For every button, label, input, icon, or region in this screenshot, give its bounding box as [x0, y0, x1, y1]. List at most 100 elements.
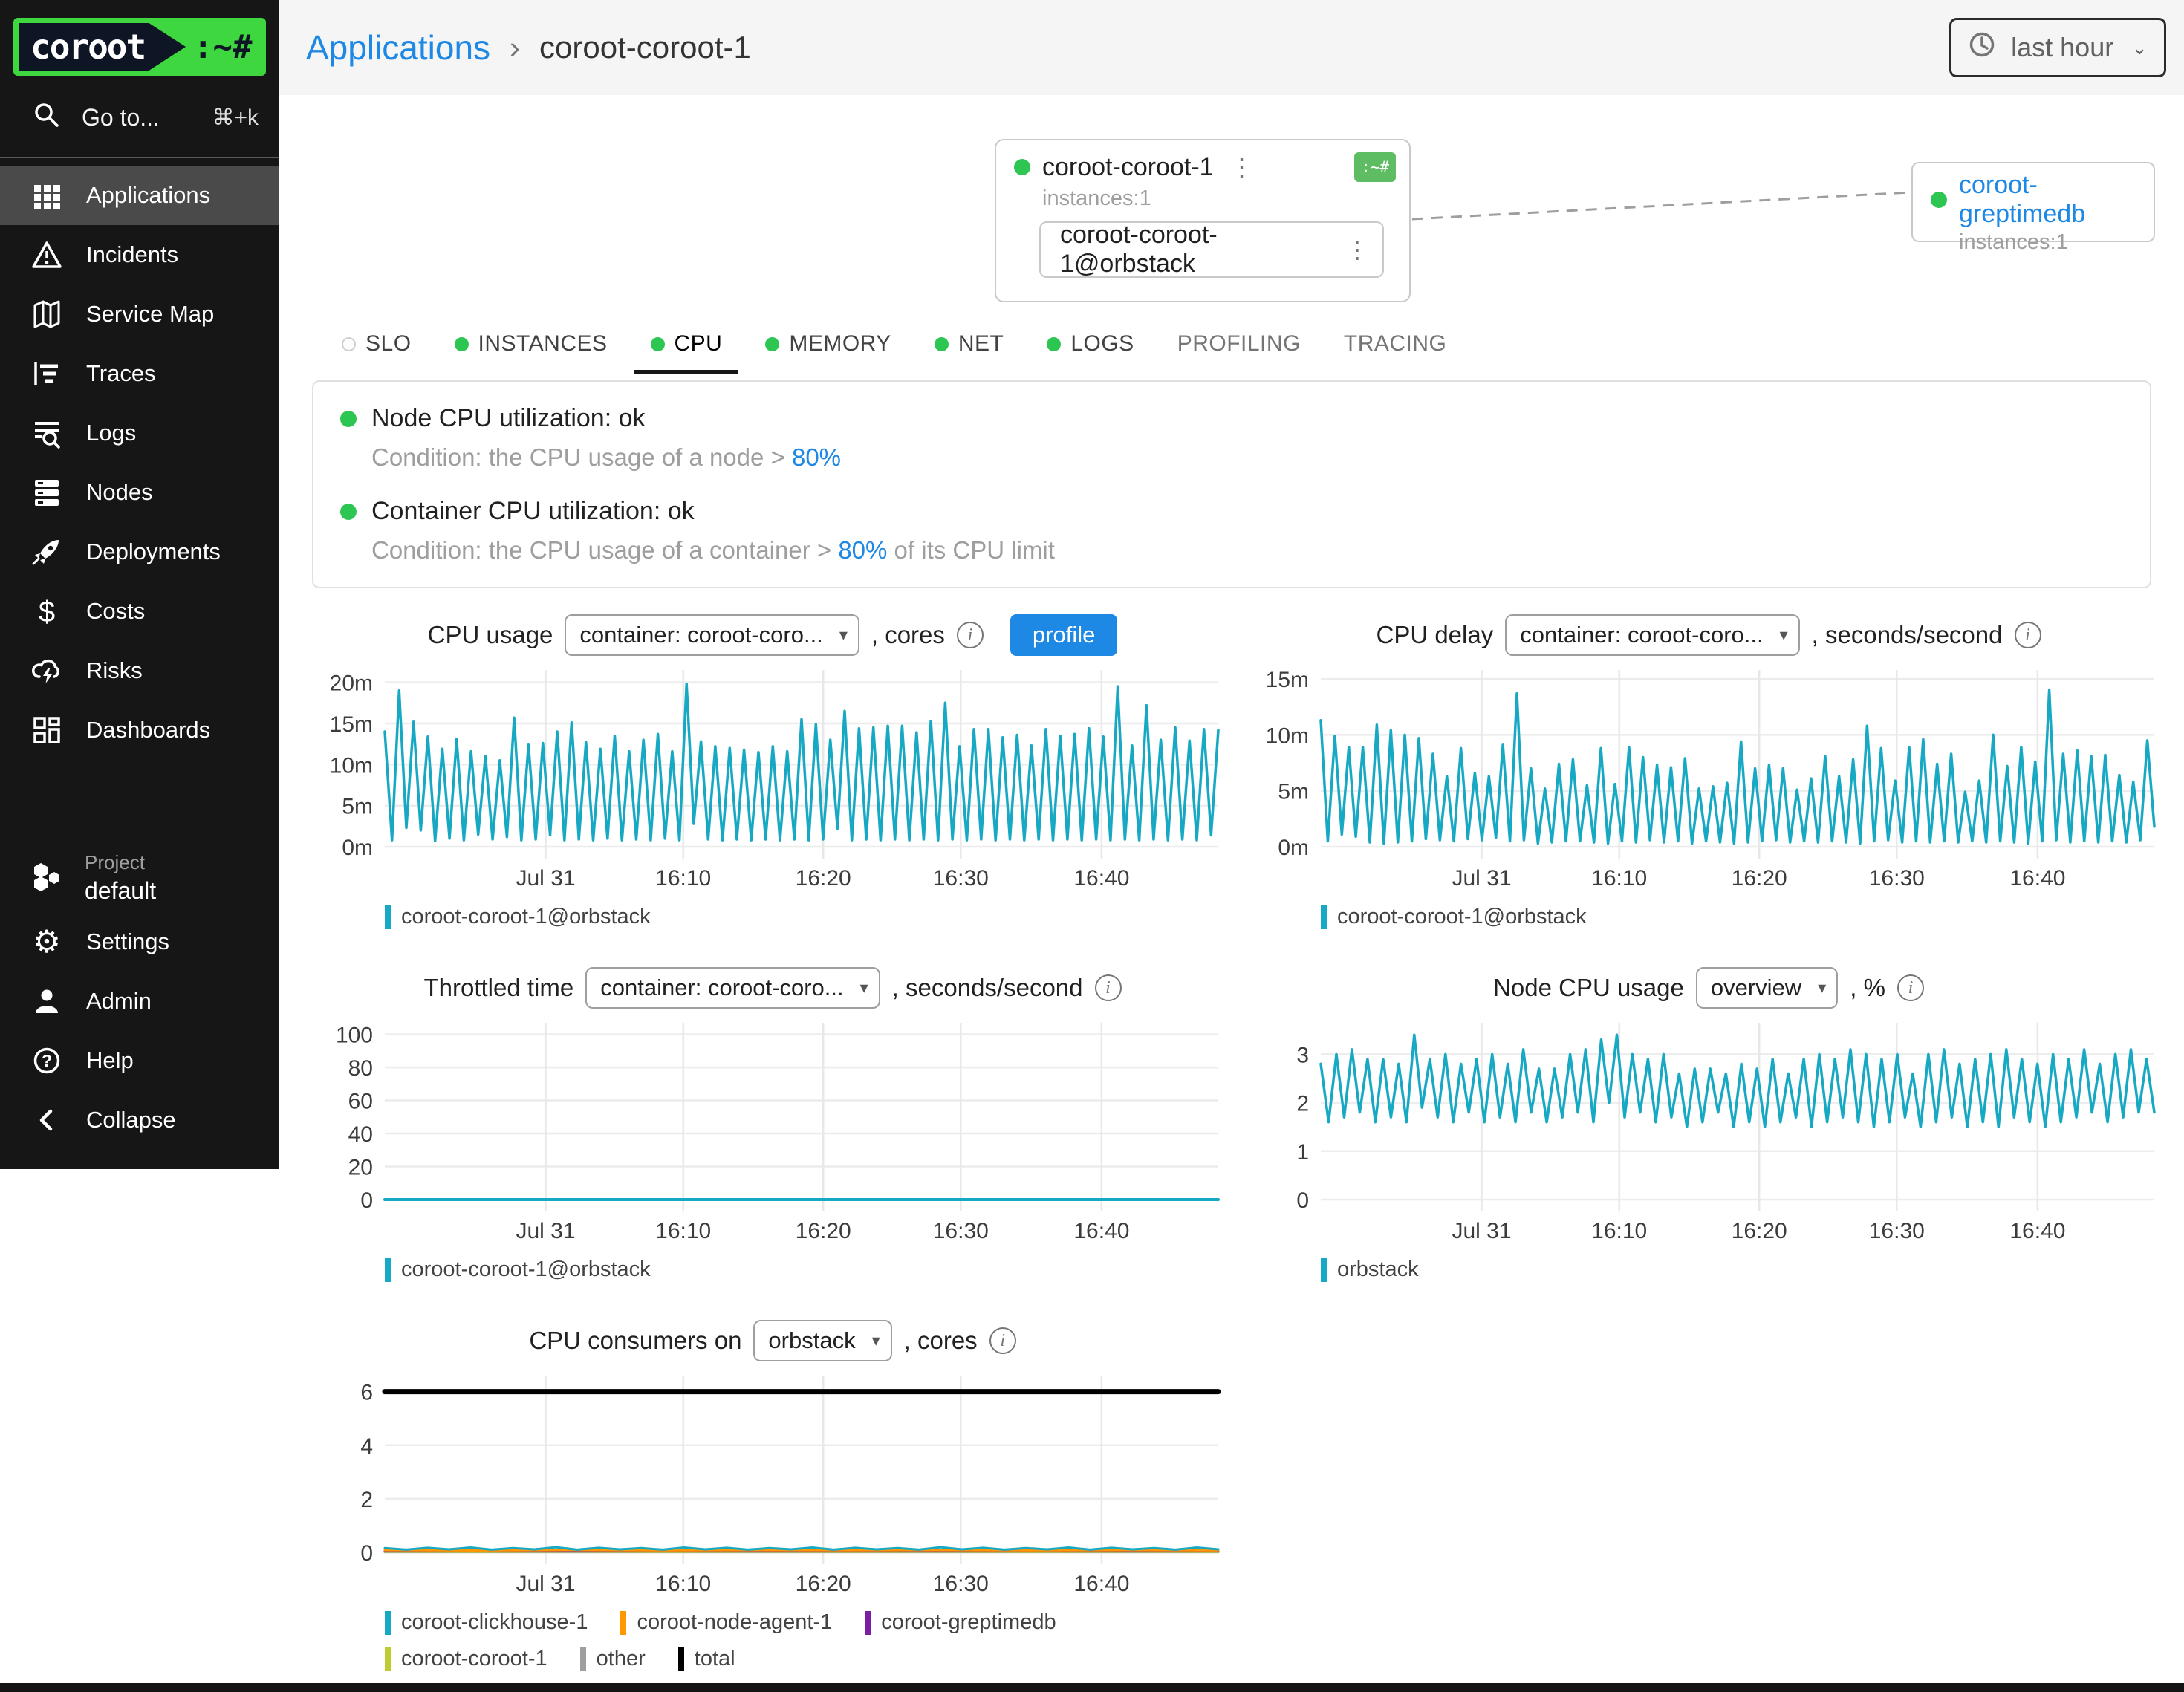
tab-net[interactable]: NET — [935, 331, 1004, 357]
legend-item[interactable]: coroot-clickhouse-1 — [385, 1610, 588, 1635]
series-selector-dropdown[interactable]: overview▾ — [1696, 967, 1838, 1009]
info-icon[interactable]: i — [989, 1327, 1016, 1354]
chevron-left-icon — [30, 1104, 64, 1136]
node-selector-dropdown[interactable]: orbstack▾ — [753, 1320, 891, 1361]
tab-profiling[interactable]: PROFILING — [1177, 331, 1301, 357]
coroot-badge: :~# — [1354, 152, 1396, 182]
legend-item[interactable]: other — [580, 1647, 646, 1671]
legend-item[interactable]: coroot-coroot-1@orbstack — [385, 905, 651, 929]
series-selector-dropdown[interactable]: container: coroot-coro...▾ — [1505, 614, 1799, 656]
sidebar-item-incidents[interactable]: Incidents — [0, 225, 279, 284]
status-dot-empty — [342, 337, 356, 351]
profile-button[interactable]: profile — [1010, 614, 1117, 656]
chart-plot: 100806040200Jul 3116:1016:2016:3016:40 — [319, 1012, 1226, 1244]
kebab-menu-icon[interactable]: ⋮ — [1345, 235, 1369, 264]
chart-title: CPU consumers on orbstack▾ , cores i — [319, 1316, 1226, 1365]
info-icon[interactable]: i — [1095, 974, 1122, 1001]
sidebar-item-deployments[interactable]: Deployments — [0, 522, 279, 582]
svg-text:Jul 31: Jul 31 — [1452, 866, 1511, 891]
dollar-icon: $ — [30, 595, 64, 628]
service-map-panel: coroot-coroot-1 ⋮ :~# instances:1 coroot… — [279, 95, 2184, 327]
sidebar-project-switcher[interactable]: Project default — [0, 844, 279, 912]
sidebar-item-risks[interactable]: Risks — [0, 641, 279, 700]
traces-icon — [30, 357, 64, 390]
breadcrumb-applications-link[interactable]: Applications — [306, 27, 490, 68]
svg-text:16:30: 16:30 — [1869, 1219, 1925, 1243]
dropdown-caret-icon: ▾ — [860, 978, 868, 998]
legend-item[interactable]: orbstack — [1321, 1257, 1419, 1282]
sidebar-item-help[interactable]: ? Help — [0, 1031, 279, 1090]
svg-text:$: $ — [39, 596, 55, 628]
sidebar-item-service-map[interactable]: Service Map — [0, 284, 279, 344]
legend-item[interactable]: coroot-coroot-1@orbstack — [385, 1257, 651, 1282]
info-icon[interactable]: i — [957, 622, 984, 648]
coroot-logo[interactable]: coroot :~# — [13, 18, 266, 76]
legend-item[interactable]: coroot-coroot-1@orbstack — [1321, 905, 1587, 929]
series-selector-dropdown[interactable]: container: coroot-coro...▾ — [585, 967, 880, 1009]
tab-instances[interactable]: INSTANCES — [455, 331, 608, 357]
sidebar-item-dashboards[interactable]: Dashboards — [0, 700, 279, 760]
info-icon[interactable]: i — [1897, 974, 1924, 1001]
sidebar-item-logs[interactable]: Logs — [0, 403, 279, 463]
check-node-cpu-condition: Condition: the CPU usage of a node > 80% — [371, 443, 2120, 472]
sidebar-item-costs[interactable]: $ Costs — [0, 582, 279, 641]
svg-text:16:20: 16:20 — [1732, 1219, 1787, 1243]
sidebar-item-nodes[interactable]: Nodes — [0, 463, 279, 522]
app-card-coroot-coroot-1[interactable]: coroot-coroot-1 ⋮ :~# instances:1 coroot… — [995, 139, 1411, 302]
bottom-edge-bar — [0, 1683, 2184, 1692]
threshold-link[interactable]: 80% — [792, 443, 841, 471]
tab-slo[interactable]: SLO — [342, 331, 412, 357]
sidebar-item-collapse[interactable]: Collapse — [0, 1090, 279, 1150]
info-icon[interactable]: i — [2015, 622, 2041, 648]
legend-item[interactable]: coroot-greptimedb — [865, 1610, 1056, 1635]
chart-plot: 6420Jul 3116:1016:2016:3016:40 — [319, 1365, 1226, 1597]
sidebar-item-traces[interactable]: Traces — [0, 344, 279, 403]
sidebar-item-applications[interactable]: Applications — [0, 166, 279, 225]
series-selector-dropdown[interactable]: container: coroot-coro...▾ — [565, 614, 859, 656]
legend-swatch — [385, 1258, 391, 1282]
series-line — [385, 684, 1218, 842]
warning-triangle-icon — [30, 238, 64, 271]
threshold-link[interactable]: 80% — [838, 536, 887, 564]
map-icon — [30, 298, 64, 331]
svg-text:16:30: 16:30 — [1869, 866, 1925, 891]
breadcrumb-separator-icon: › — [510, 30, 520, 65]
legend-label: total — [695, 1647, 735, 1671]
legend-label: coroot-greptimedb — [881, 1610, 1056, 1635]
cpu-delay-chart: CPU delay container: coroot-coro...▾ , s… — [1255, 611, 2162, 929]
goto-search[interactable]: Go to... ⌘+k — [30, 98, 259, 137]
time-range-picker[interactable]: last hour ⌄ — [1949, 18, 2166, 77]
sidebar-item-label: Deployments — [86, 538, 221, 565]
peer-card-coroot-greptimedb[interactable]: coroot-greptimedb instances:1 — [1911, 162, 2155, 242]
legend-item[interactable]: coroot-node-agent-1 — [620, 1610, 832, 1635]
dropdown-caret-icon: ▾ — [872, 1331, 880, 1350]
sidebar-item-label: Settings — [86, 928, 169, 955]
sidebar-item-admin[interactable]: Admin — [0, 972, 279, 1031]
dropdown-caret-icon: ▾ — [1818, 978, 1826, 998]
tab-cpu[interactable]: CPU — [651, 331, 723, 357]
dropdown-caret-icon: ▾ — [839, 625, 848, 645]
tab-logs[interactable]: LOGS — [1047, 331, 1134, 357]
svg-text:10m: 10m — [1266, 723, 1309, 748]
logo-brand: coroot — [19, 23, 186, 71]
tab-memory[interactable]: MEMORY — [765, 331, 891, 357]
sidebar-item-settings[interactable]: ⚙ Settings — [0, 912, 279, 972]
svg-text:16:20: 16:20 — [796, 1572, 851, 1596]
peer-app-link[interactable]: coroot-greptimedb — [1959, 171, 2154, 229]
svg-text:1: 1 — [1296, 1140, 1309, 1165]
kebab-menu-icon[interactable]: ⋮ — [1230, 153, 1254, 181]
legend-label: coroot-node-agent-1 — [637, 1610, 832, 1635]
legend-item[interactable]: coroot-coroot-1 — [385, 1647, 547, 1671]
search-icon — [30, 98, 62, 137]
instance-coroot-coroot-1-orbstack[interactable]: coroot-coroot-1@orbstack ⋮ — [1039, 221, 1384, 278]
svg-text:0: 0 — [1296, 1188, 1309, 1213]
svg-text:16:40: 16:40 — [1073, 1572, 1129, 1596]
sidebar-item-label: Traces — [86, 360, 156, 387]
app-name: coroot-coroot-1 — [1042, 153, 1214, 182]
goto-shortcut: ⌘+k — [212, 105, 259, 131]
legend-swatch — [678, 1647, 684, 1671]
status-dot-green — [651, 337, 665, 351]
tab-tracing[interactable]: TRACING — [1344, 331, 1447, 357]
svg-text:16:30: 16:30 — [933, 1572, 989, 1596]
legend-item[interactable]: total — [678, 1647, 735, 1671]
